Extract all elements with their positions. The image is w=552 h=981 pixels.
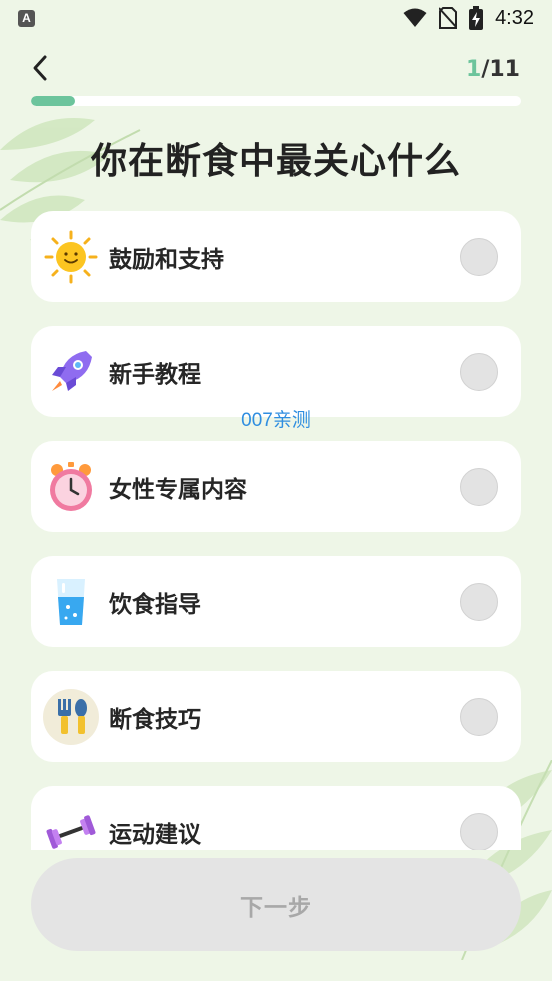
step-current: 1 xyxy=(466,57,482,82)
step-counter: 1/11 xyxy=(466,57,520,82)
progress-fill xyxy=(31,96,76,106)
option-women-content[interactable]: 女性专属内容 xyxy=(31,441,521,532)
option-label: 饮食指导 xyxy=(109,591,201,618)
page-title: 你在断食中最关心什么 xyxy=(90,141,461,182)
rocket-icon xyxy=(43,344,99,400)
option-diet-guidance[interactable]: 饮食指导 xyxy=(31,556,521,647)
status-time: 4:32 xyxy=(495,6,534,29)
dumbbell-icon xyxy=(43,804,99,851)
option-radio[interactable] xyxy=(460,237,498,276)
next-step-button[interactable]: 下一步 xyxy=(31,858,521,951)
water-glass-icon xyxy=(43,574,99,630)
option-radio[interactable] xyxy=(460,467,498,506)
option-label: 新手教程 xyxy=(109,361,201,388)
watermark-text: 007亲测 xyxy=(241,410,311,431)
option-beginner-tutorial[interactable]: 新手教程 xyxy=(31,326,521,417)
option-encouragement[interactable]: 鼓励和支持 xyxy=(31,211,521,302)
option-label: 鼓励和支持 xyxy=(109,246,224,273)
sun-smile-icon xyxy=(43,229,99,285)
chevron-left-icon xyxy=(33,55,47,81)
option-fasting-tips[interactable]: 断食技巧 xyxy=(31,671,521,762)
status-bar: A 4:32 xyxy=(0,0,552,36)
option-exercise-advice[interactable]: 运动建议 xyxy=(31,786,521,850)
back-button[interactable] xyxy=(22,50,58,86)
fork-spoon-icon xyxy=(43,688,99,745)
alarm-clock-icon xyxy=(43,459,99,515)
option-label: 运动建议 xyxy=(109,821,201,848)
option-radio[interactable] xyxy=(460,697,498,736)
option-radio[interactable] xyxy=(460,812,498,850)
progress-bar xyxy=(31,96,521,106)
option-label: 女性专属内容 xyxy=(109,476,247,503)
option-label: 断食技巧 xyxy=(109,706,201,733)
app-notification-icon: A xyxy=(18,9,35,27)
wifi-icon xyxy=(403,8,427,27)
step-total: /11 xyxy=(481,57,520,82)
no-sim-icon xyxy=(439,7,458,29)
options-list[interactable]: 鼓励和支持 新手教程 女性专属内容 饮食指导 断食技巧 运动建议 xyxy=(0,200,552,850)
option-radio[interactable] xyxy=(460,582,498,621)
option-radio[interactable] xyxy=(460,352,498,391)
battery-charging-icon xyxy=(469,6,484,30)
